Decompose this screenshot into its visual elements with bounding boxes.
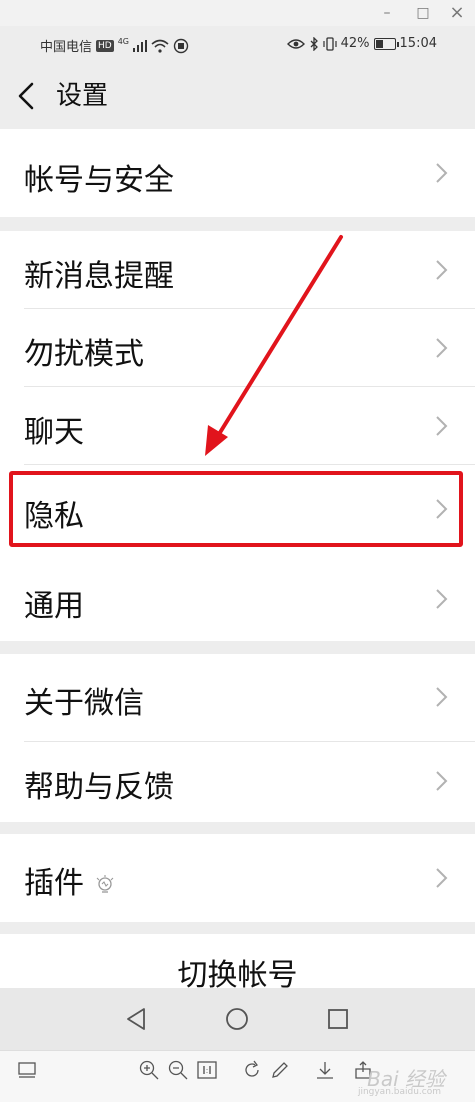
menu-item-label: 新消息提醒 [24,259,174,294]
menu-item-do-not-disturb[interactable]: 勿扰模式 [0,309,475,387]
chevron-right-icon [436,771,448,791]
home-circle-icon[interactable] [222,1004,252,1034]
menu-item-about-wechat[interactable]: 关于微信 [0,654,475,742]
zoom-out-icon[interactable] [167,1059,189,1081]
network-type-label: 4G [117,37,130,46]
lightbulb-icon [96,874,114,893]
phone-screen: 中国电信 HD 4G 42% 15:04 设置 帐号与安全 新消息提醒 勿扰模式… [0,26,475,1050]
menu-item-plugins[interactable]: 插件 [0,834,475,922]
page-title: 设置 [56,81,109,111]
vibrate-icon [323,36,337,51]
menu-item-help-feedback[interactable]: 帮助与反馈 [0,742,475,822]
close-button[interactable]: × [447,3,467,23]
chevron-right-icon [436,163,448,183]
thumbnail-icon[interactable] [16,1059,38,1081]
chevron-right-icon [436,260,448,280]
download-icon[interactable] [314,1059,336,1081]
battery-percent-label: 42% [340,36,370,51]
restore-button[interactable]: □ [413,3,433,23]
chevron-right-icon [436,868,448,888]
edit-pencil-icon[interactable] [269,1059,291,1081]
chevron-right-icon [436,687,448,707]
watermark-subtext: jingyan.baidu.com [357,1087,441,1097]
system-navigation-bar [0,988,475,1050]
back-triangle-icon[interactable] [122,1004,152,1034]
chevron-right-icon [436,589,448,609]
status-bar: 中国电信 HD 4G 42% 15:04 [0,26,475,64]
menu-item-label: 帐号与安全 [24,163,174,198]
recents-square-icon[interactable] [323,1004,353,1034]
notification-icon [173,38,189,53]
minimize-button[interactable]: – [377,3,397,23]
menu-item-chat[interactable]: 聊天 [0,387,475,465]
highlight-box [9,471,463,547]
clock-label: 15:04 [399,36,437,51]
zoom-in-icon[interactable] [138,1059,160,1081]
menu-item-new-message-alert[interactable]: 新消息提醒 [0,231,475,309]
viewer-toolbar: Bai 经验 jingyan.baidu.com [0,1050,475,1102]
menu-item-label: 关于微信 [24,686,144,721]
menu-item-label: 帮助与反馈 [24,770,174,805]
menu-item-label: 插件 [24,866,84,901]
navigation-bar: 设置 [0,64,475,128]
signal-icon [133,39,148,52]
rotate-icon[interactable] [241,1059,263,1081]
hd-badge: HD [96,39,114,52]
eye-icon [286,38,305,49]
menu-item-general[interactable]: 通用 [0,553,475,641]
bluetooth-icon [310,36,318,51]
back-arrow-icon[interactable] [14,76,42,116]
menu-item-label: 通用 [24,589,84,624]
chevron-right-icon [436,416,448,436]
menu-item-account-security[interactable]: 帐号与安全 [0,129,475,217]
menu-item-label: 聊天 [24,415,84,450]
plugins-label-group: 插件 [24,858,116,902]
carrier-label: 中国电信 [40,40,93,55]
menu-item-label: 勿扰模式 [24,337,144,372]
chevron-right-icon [436,338,448,358]
wifi-icon [151,39,169,53]
window-titlebar: – □ × [0,0,475,26]
actual-size-icon[interactable] [196,1059,218,1081]
battery-level-fill [375,39,383,48]
battery-icon [373,37,399,50]
